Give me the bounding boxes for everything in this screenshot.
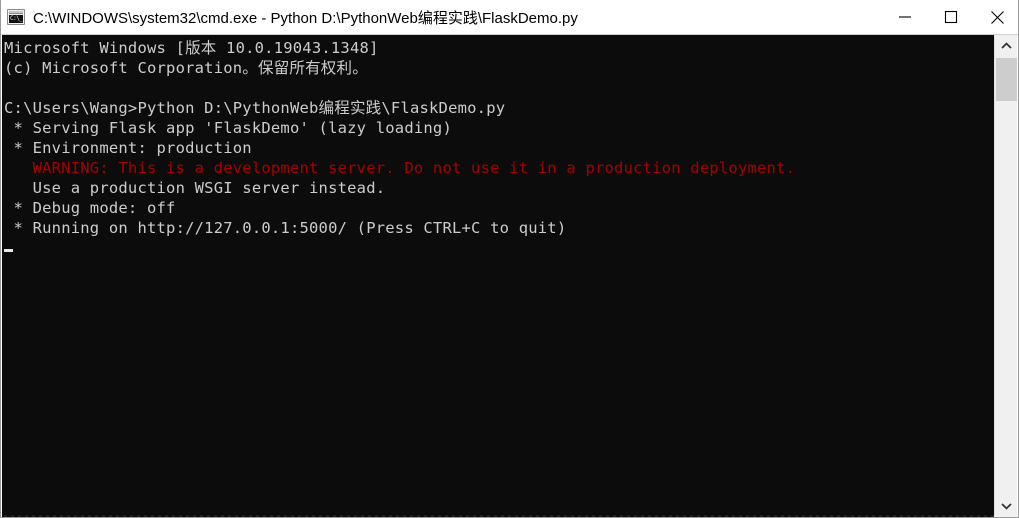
minimize-button[interactable] (882, 0, 928, 34)
text-cursor (4, 249, 13, 252)
close-icon (990, 10, 1004, 24)
cmd-window: C:\_ C:\WINDOWS\system32\cmd.exe - Pytho… (0, 0, 1019, 518)
maximize-icon (944, 10, 958, 24)
close-button[interactable] (974, 0, 1018, 34)
console-line: Use a production WSGI server instead. (4, 179, 386, 197)
console-line: C:\Users\Wang>Python D:\PythonWeb编程实践\Fl… (4, 99, 506, 117)
minimize-icon (899, 16, 911, 18)
vertical-scrollbar[interactable] (994, 35, 1017, 517)
console-lines: Microsoft Windows [版本 10.0.19043.1348] (c… (4, 38, 996, 517)
console-output-area[interactable]: Microsoft Windows [版本 10.0.19043.1348] (c… (2, 35, 996, 517)
console-line: WARNING: This is a development server. D… (4, 159, 796, 177)
console-line: (c) Microsoft Corporation。保留所有权利。 (4, 59, 368, 77)
scrollbar-thumb[interactable] (996, 58, 1017, 101)
console-line: * Debug mode: off (4, 199, 176, 217)
console-line: * Environment: production (4, 139, 252, 157)
cmd-icon-titlebar-stripe (9, 11, 23, 14)
window-title: C:\WINDOWS\system32\cmd.exe - Python D:\… (33, 9, 578, 27)
console-line: Microsoft Windows [版本 10.0.19043.1348] (4, 39, 379, 57)
scroll-down-button[interactable] (995, 495, 1018, 517)
cmd-icon-screen: C:\_ (9, 15, 23, 23)
cmd-console-icon: C:\_ (7, 9, 25, 25)
console-line: * Running on http://127.0.0.1:5000/ (Pre… (4, 219, 567, 237)
chevron-up-icon (1001, 42, 1012, 49)
console-line: * Serving Flask app 'FlaskDemo' (lazy lo… (4, 119, 452, 137)
maximize-button[interactable] (928, 0, 974, 34)
window-controls (882, 0, 1018, 34)
title-bar[interactable]: C:\_ C:\WINDOWS\system32\cmd.exe - Pytho… (1, 0, 1018, 35)
scroll-up-button[interactable] (995, 35, 1018, 57)
chevron-down-icon (1001, 503, 1012, 510)
console-bottom-partial-row (4, 515, 994, 517)
